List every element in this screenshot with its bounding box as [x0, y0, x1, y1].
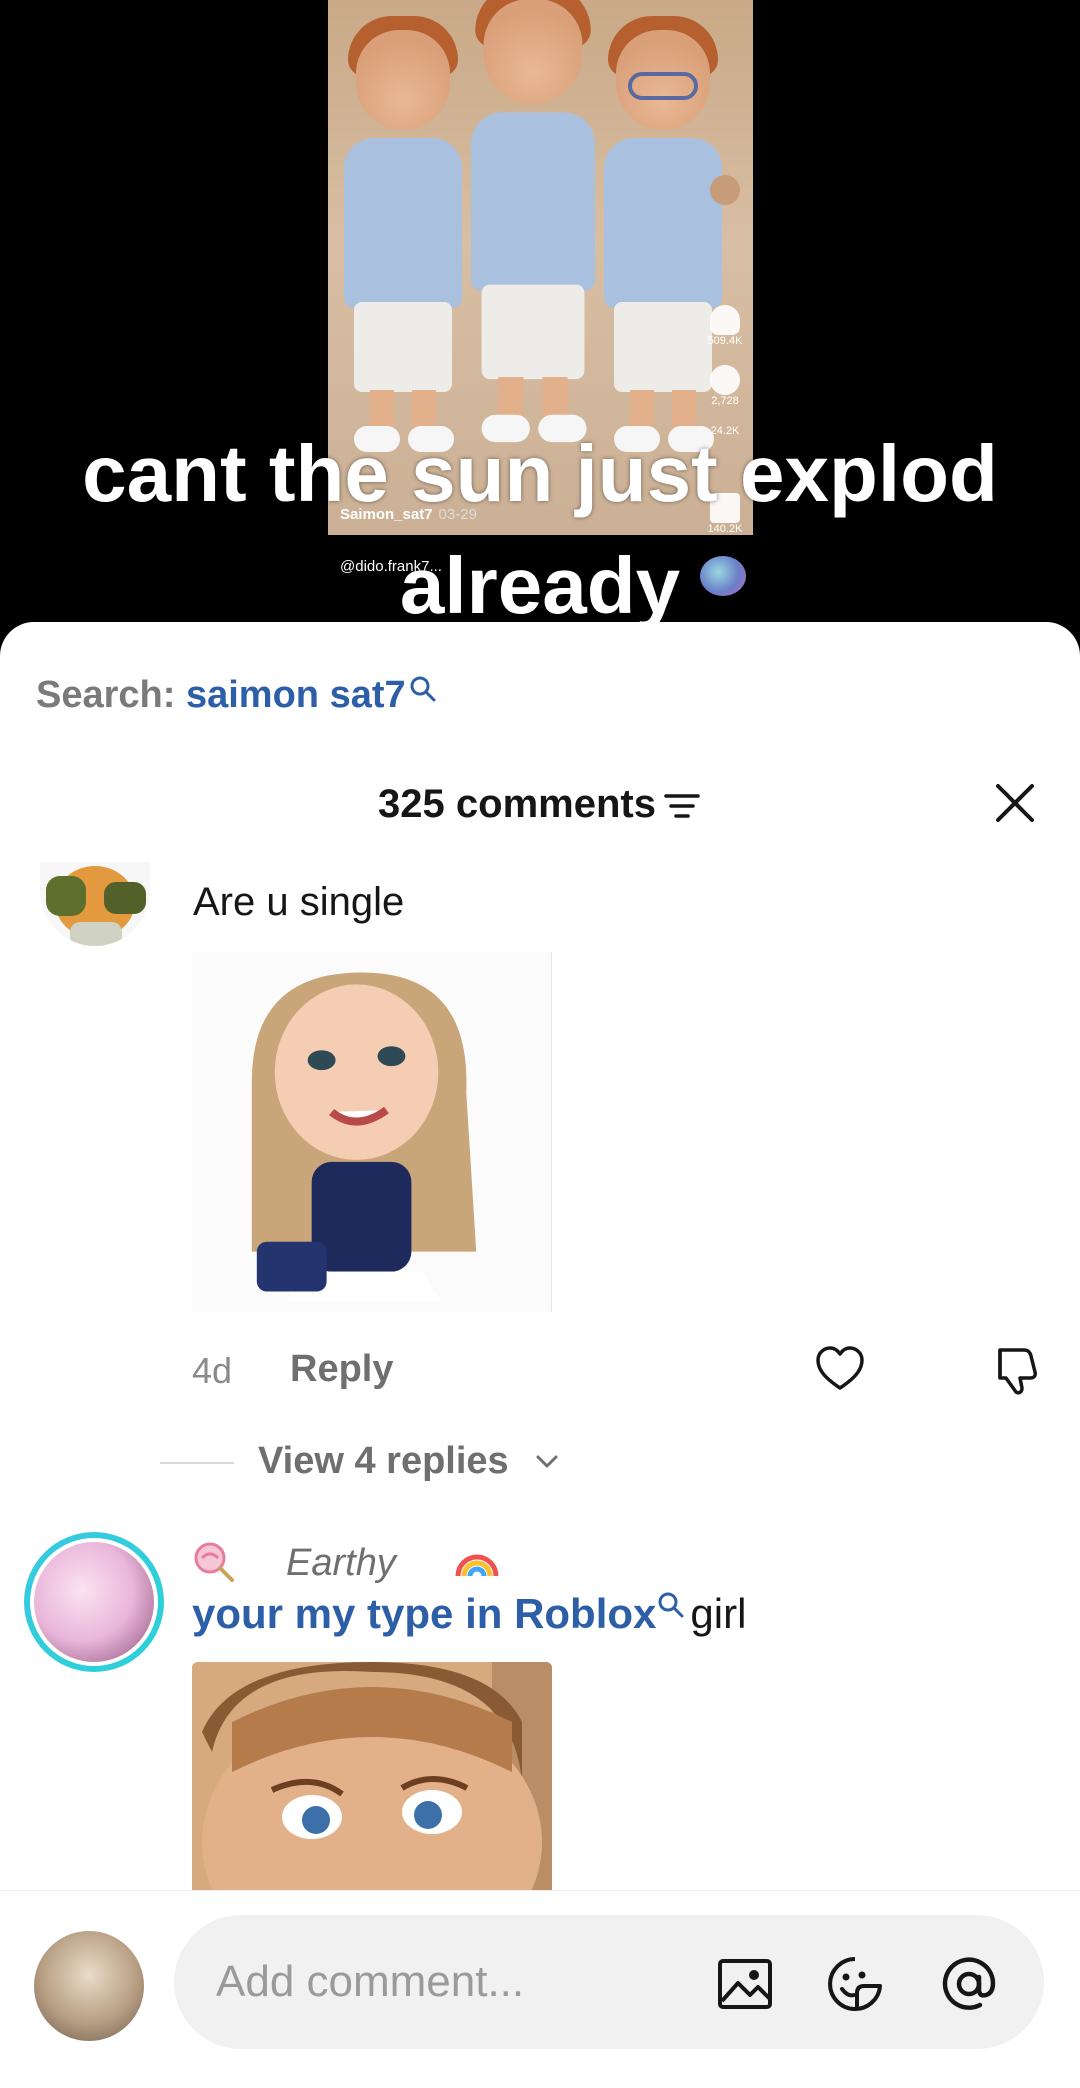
comment-sticker-image[interactable]	[192, 952, 552, 1312]
search-suggestion[interactable]: Search: saimon sat7	[36, 674, 438, 717]
comment-text-plain: girl	[690, 1590, 747, 1637]
view-replies-label: View 4 replies	[258, 1440, 509, 1482]
lollipop-icon	[194, 1542, 234, 1582]
search-icon	[410, 676, 436, 702]
heart-icon	[710, 305, 740, 335]
add-comment-placeholder: Add comment...	[216, 1957, 525, 2006]
image-icon[interactable]	[714, 1953, 776, 2015]
brain-emoji-icon	[700, 556, 746, 596]
comment-bubble-icon	[710, 365, 740, 395]
video-comment-button[interactable]: 2,728	[700, 365, 750, 407]
avatar[interactable]	[40, 862, 150, 946]
comments-count: 325 comments	[378, 782, 656, 826]
video-caption: cant the sun just explod already	[82, 429, 998, 630]
rainbow-icon	[455, 1554, 499, 1577]
dislike-icon[interactable]	[986, 1342, 1042, 1398]
comments-header: 325 comments	[0, 782, 1080, 842]
comment-actions: 4d Reply	[192, 1342, 1052, 1402]
video-player[interactable]: 509.4K 2,728 24.2K 140.2K Saimon_sat7 03-…	[0, 0, 1080, 640]
search-term-link[interactable]: saimon sat7	[186, 674, 406, 716]
video-character-middle	[465, 0, 602, 461]
mention-at-icon[interactable]	[938, 1953, 1000, 2015]
sort-filter-icon[interactable]	[662, 788, 702, 824]
avatar[interactable]	[24, 1532, 164, 1672]
heart-icon[interactable]	[812, 1342, 868, 1398]
emoji-sticker-icon[interactable]	[824, 1953, 886, 2015]
search-icon	[658, 1592, 684, 1618]
my-avatar[interactable]	[34, 1931, 144, 2041]
comment-sticker-image[interactable]	[192, 1662, 552, 1912]
comments-sheet: Search: saimon sat7 325 comments Are u s…	[0, 622, 1080, 2088]
comment-text: your my type in Roblox girl	[192, 1590, 746, 1638]
close-icon[interactable]	[990, 778, 1040, 828]
add-comment-field[interactable]: Add comment...	[174, 1915, 1044, 2049]
comment-username: Earthy	[286, 1542, 396, 1584]
replies-divider	[160, 1462, 234, 1464]
comment-input-bar: Add comment...	[0, 1890, 1080, 2088]
comment-timestamp: 4d	[192, 1350, 233, 1391]
video-avatar-button[interactable]	[700, 175, 750, 205]
video-character-left	[338, 16, 468, 470]
search-label: Search:	[36, 674, 176, 716]
video-comment-count: 2,728	[711, 395, 739, 407]
chevron-down-icon	[536, 1455, 558, 1468]
video-like-button[interactable]: 509.4K	[700, 305, 750, 347]
reply-button[interactable]: Reply	[290, 1348, 393, 1391]
video-like-count: 509.4K	[707, 335, 743, 347]
comment-search-link[interactable]: your my type in Roblox	[192, 1590, 656, 1637]
comment-text: Are u single	[193, 880, 405, 924]
